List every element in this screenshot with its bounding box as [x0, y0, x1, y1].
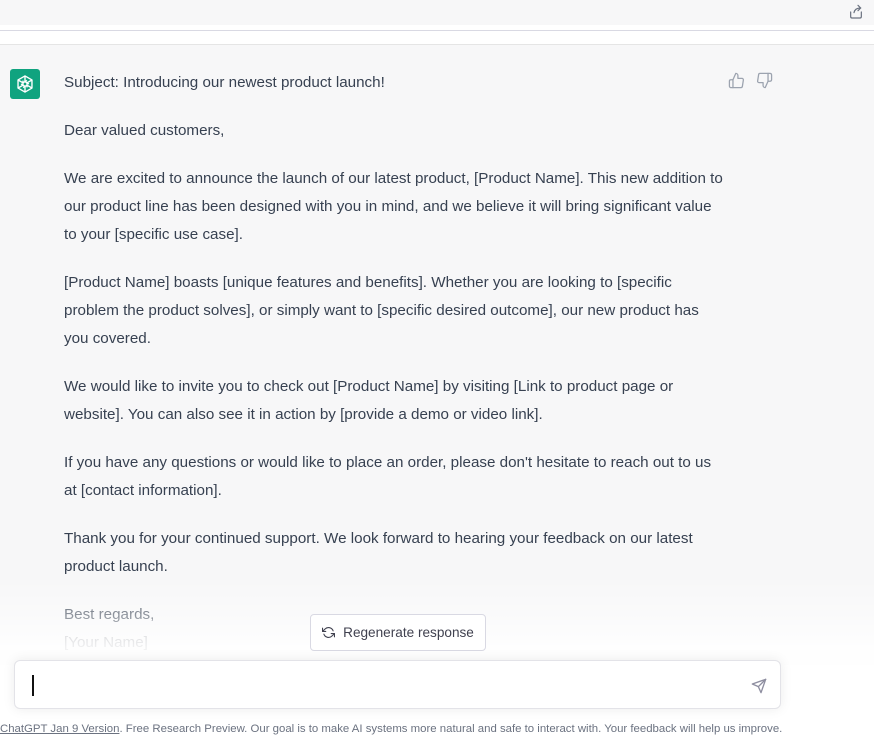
assistant-message: Subject: Introducing our newest product …: [0, 45, 874, 665]
thumbs-up-icon[interactable]: [728, 72, 745, 89]
previous-message-area: [0, 31, 874, 45]
message-content: Subject: Introducing our newest product …: [64, 69, 724, 657]
text-caret: [32, 675, 34, 696]
regenerate-label: Regenerate response: [343, 625, 474, 640]
message-subject: Subject: Introducing our newest product …: [64, 74, 385, 91]
openai-logo-icon: [10, 69, 40, 99]
message-composer[interactable]: [14, 660, 781, 709]
regenerate-response-button[interactable]: Regenerate response: [310, 614, 486, 651]
footer-text: . Free Research Preview. Our goal is to …: [119, 723, 783, 735]
prompt-input[interactable]: [29, 671, 733, 701]
footer-disclaimer: ChatGPT Jan 9 Version. Free Research Pre…: [0, 723, 874, 739]
message-paragraph: We would like to invite you to check out…: [64, 378, 674, 423]
message-paragraph: If you have any questions or would like …: [64, 454, 712, 499]
message-paragraph: We are excited to announce the launch of…: [64, 170, 723, 243]
message-greeting: Dear valued customers,: [64, 122, 225, 139]
version-link[interactable]: ChatGPT Jan 9 Version: [0, 723, 119, 735]
message-paragraph: Thank you for your continued support. We…: [64, 530, 693, 575]
message-paragraph: [Product Name] boasts [unique features a…: [64, 274, 699, 347]
thumbs-down-icon[interactable]: [756, 72, 773, 89]
top-bar: [0, 0, 874, 25]
send-icon[interactable]: [751, 678, 767, 694]
share-icon[interactable]: [848, 4, 864, 20]
refresh-icon: [322, 627, 336, 638]
